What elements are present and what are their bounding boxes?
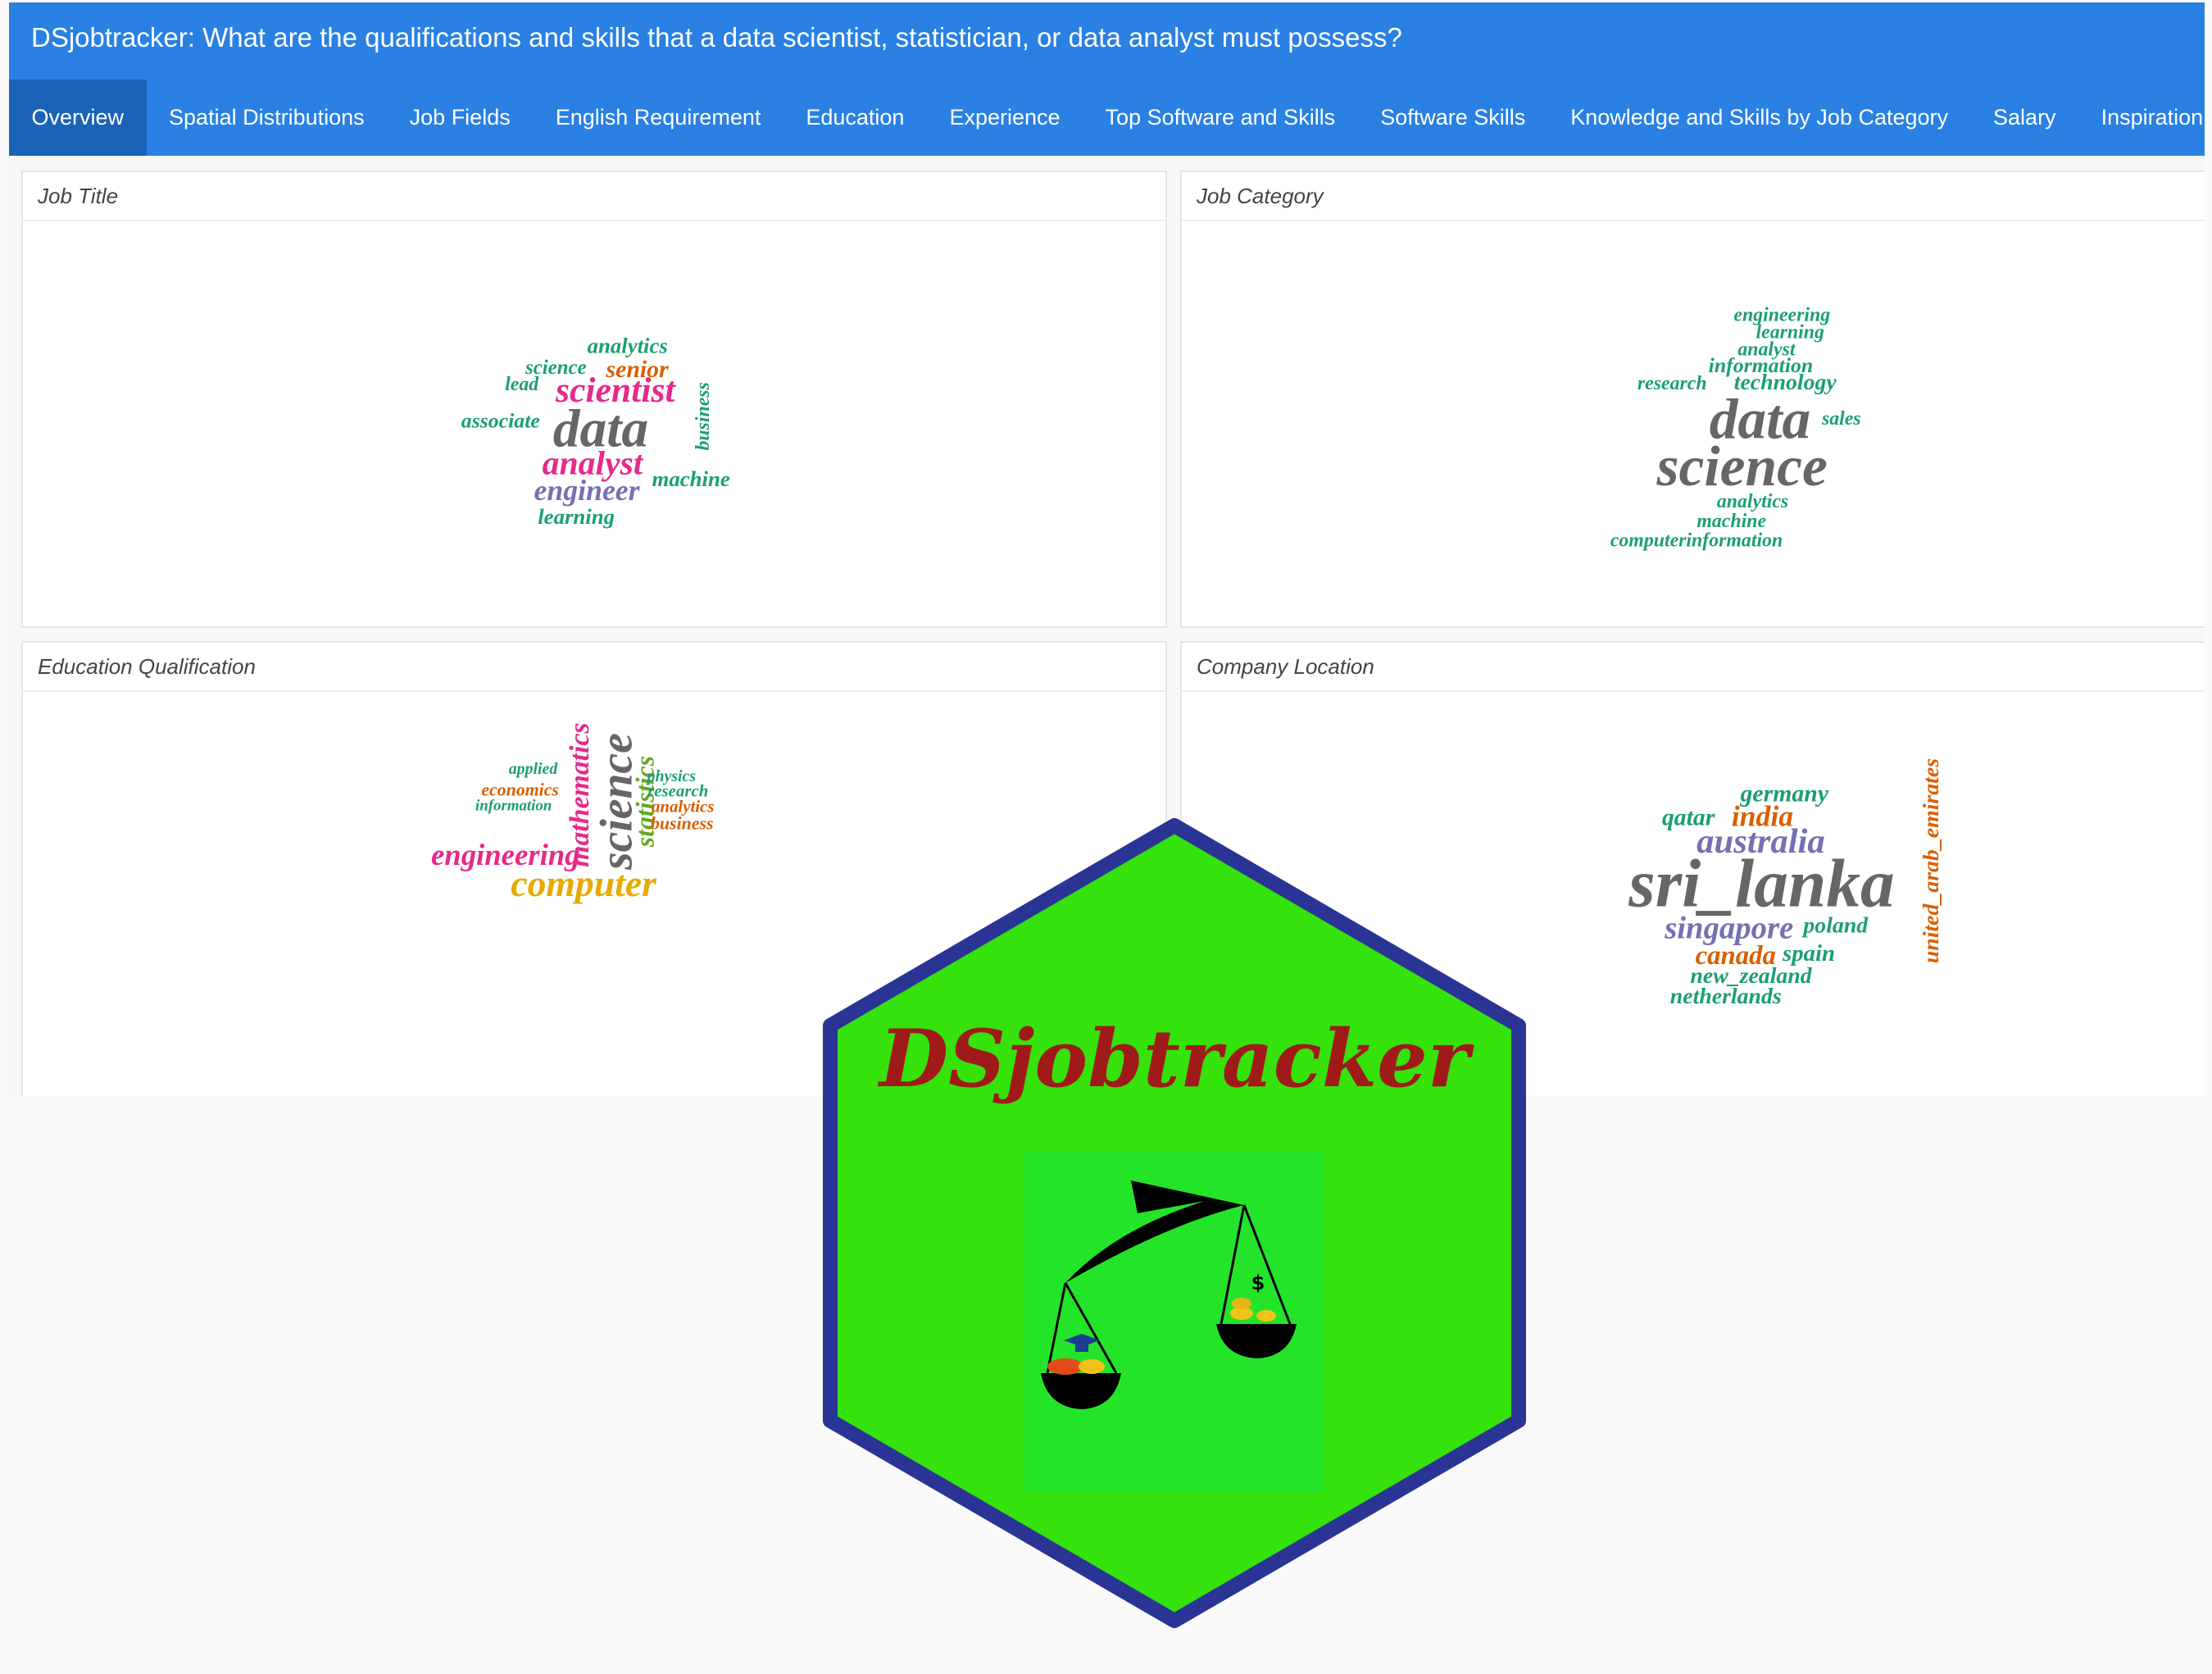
word-singapore: singapore: [1664, 910, 1793, 945]
word-engineer: engineer: [534, 474, 641, 507]
dollar-symbol: $: [1251, 1271, 1265, 1294]
word-analytics: analytics: [588, 333, 668, 357]
word-analytics: analytics: [1717, 491, 1788, 512]
navbar: DSjobtracker: What are the qualification…: [9, 2, 2205, 156]
word-netherlands: netherlands: [1670, 984, 1782, 1009]
word-united-arab-emirates: united_arab_emirates: [1919, 758, 1944, 963]
tab-spatial-distributions[interactable]: Spatial Distributions: [147, 80, 388, 156]
word-learning: learning: [538, 504, 615, 529]
dsjobtracker-hex-logo: DSjobtracker $: [823, 818, 1526, 1628]
tab-top-software-and-skills[interactable]: Top Software and Skills: [1083, 80, 1358, 156]
job-category-panel: Job Category engineering learning analys…: [1180, 171, 2205, 628]
word-research: research: [1637, 373, 1707, 394]
word-computerinformation: computerinformation: [1610, 530, 1783, 552]
tab-overview[interactable]: Overview: [9, 80, 147, 156]
tab-education[interactable]: Education: [784, 80, 927, 156]
word-computer: computer: [511, 862, 657, 904]
job-title-wordcloud: analytics science senior lead scientist …: [461, 333, 730, 529]
word-machine: machine: [652, 466, 730, 491]
tab-job-fields[interactable]: Job Fields: [387, 80, 533, 156]
word-sales: sales: [1821, 408, 1861, 430]
tab-inspiration[interactable]: Inspiration: [2078, 80, 2205, 156]
word-business: business: [693, 382, 714, 450]
tab-knowledge-and-skills[interactable]: Knowledge and Skills by Job Category: [1548, 80, 1971, 156]
job-title-panel: Job Title analytics science senior lead …: [21, 171, 1167, 628]
app-title: DSjobtracker: What are the qualification…: [31, 22, 1402, 52]
word-business: business: [651, 813, 713, 833]
word-applied: applied: [509, 760, 559, 778]
word-machine: machine: [1696, 511, 1766, 532]
job-category-wordcloud: engineering learning analyst information…: [1610, 305, 1861, 552]
word-information: information: [475, 798, 552, 815]
word-associate: associate: [461, 409, 540, 433]
word-science: science: [1656, 435, 1827, 498]
tab-english-requirement[interactable]: English Requirement: [533, 80, 784, 156]
logo-title: DSjobtracker: [877, 1012, 1475, 1105]
tab-bar: Overview Spatial Distributions Job Field…: [9, 80, 2205, 156]
word-lead: lead: [505, 374, 539, 395]
tab-salary[interactable]: Salary: [1971, 80, 2079, 156]
tab-experience[interactable]: Experience: [927, 80, 1083, 156]
tab-software-skills[interactable]: Software Skills: [1358, 80, 1548, 156]
word-poland: poland: [1801, 912, 1869, 938]
